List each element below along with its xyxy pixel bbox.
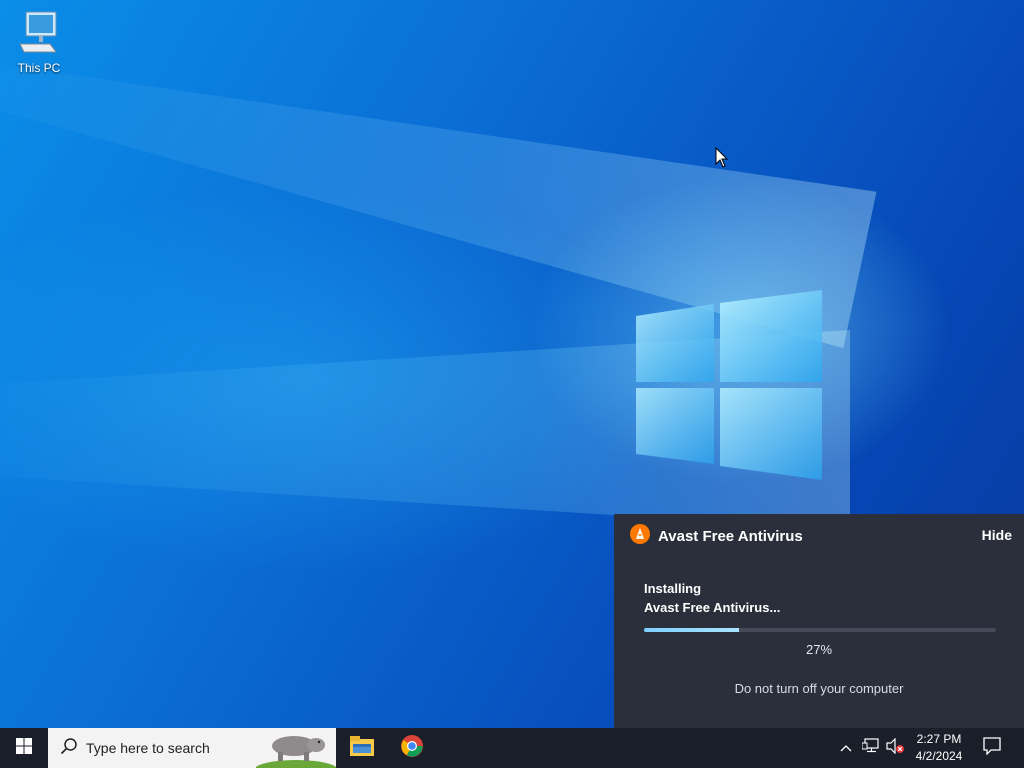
action-center-icon xyxy=(983,736,1001,760)
install-status-line2: Avast Free Antivirus... xyxy=(644,600,781,615)
volume-muted-icon xyxy=(885,737,905,759)
notification-title: Avast Free Antivirus xyxy=(658,527,803,545)
windows-logo-wallpaper xyxy=(636,290,824,480)
install-progress-bar xyxy=(644,628,996,632)
avast-install-notification: Avast Free Antivirus Hide Installing Ava… xyxy=(614,514,1024,728)
install-warning-text: Do not turn off your computer xyxy=(734,681,904,696)
network-icon xyxy=(861,737,880,759)
chrome-icon xyxy=(400,734,424,763)
desktop-icon-label: This PC xyxy=(17,61,61,75)
taskbar-app-chrome[interactable] xyxy=(388,728,436,768)
taskbar: Type here to search 2:27 PM 4/2/2024 xyxy=(0,728,1024,768)
avast-logo-icon xyxy=(630,523,650,549)
install-progress-fill xyxy=(644,628,740,632)
search-placeholder: Type here to search xyxy=(86,740,210,756)
search-highlight-illustration-icon xyxy=(254,728,336,768)
tray-network-button[interactable] xyxy=(860,728,882,768)
clock-time: 2:27 PM xyxy=(916,732,962,746)
install-status-line1: Installing xyxy=(644,581,702,596)
hide-button[interactable]: Hide xyxy=(982,527,1012,543)
windows-start-icon xyxy=(16,737,32,759)
taskbar-clock[interactable]: 2:27 PM 4/2/2024 xyxy=(908,728,970,768)
install-progress-percent: 27% xyxy=(805,642,833,657)
tray-volume-button[interactable] xyxy=(884,728,906,768)
mouse-cursor-icon xyxy=(715,146,729,174)
computer-icon xyxy=(16,11,62,58)
desktop-icon-this-pc[interactable]: This PC xyxy=(14,10,64,75)
taskbar-app-file-explorer[interactable] xyxy=(338,728,386,768)
taskbar-search-box[interactable]: Type here to search xyxy=(48,728,336,768)
start-button[interactable] xyxy=(0,728,48,768)
chevron-up-icon xyxy=(840,739,852,757)
tray-overflow-button[interactable] xyxy=(836,728,856,768)
search-icon xyxy=(60,737,78,760)
notification-header: Avast Free Antivirus Hide xyxy=(630,523,1012,549)
action-center-button[interactable] xyxy=(978,728,1006,768)
clock-date: 4/2/2024 xyxy=(915,749,963,763)
file-explorer-icon xyxy=(350,735,374,761)
